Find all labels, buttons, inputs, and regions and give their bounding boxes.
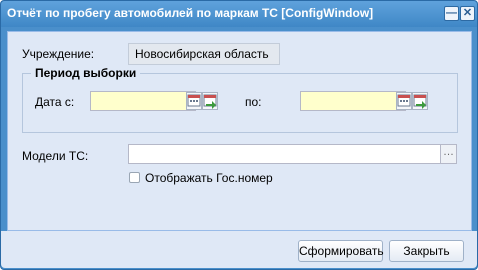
calendar-icon[interactable]: [186, 92, 202, 110]
calendar-icon[interactable]: [396, 92, 412, 110]
show-plate-label[interactable]: Отображать Гос.номер: [145, 171, 273, 185]
date-from-input[interactable]: [90, 91, 196, 111]
generate-button[interactable]: Сформировать: [298, 240, 384, 262]
close-button[interactable]: Закрыть: [389, 240, 464, 262]
show-plate-checkbox[interactable]: [129, 172, 140, 183]
period-legend: Период выборки: [31, 66, 141, 80]
close-icon[interactable]: ✕: [460, 6, 475, 21]
window-titlebar[interactable]: Отчёт по пробегу автомобилей по маркам Т…: [1, 1, 477, 27]
date-to-input[interactable]: [300, 91, 406, 111]
models-input[interactable]: [128, 144, 441, 164]
config-window: Отчёт по пробегу автомобилей по маркам Т…: [0, 0, 478, 270]
window-title: Отчёт по пробегу автомобилей по маркам Т…: [7, 6, 374, 20]
ellipsis-icon[interactable]: …: [440, 144, 457, 164]
clear-date-icon[interactable]: [412, 92, 428, 110]
date-to-label: по:: [245, 95, 262, 109]
minimize-icon[interactable]: —: [444, 6, 459, 21]
institution-label: Учреждение:: [22, 47, 95, 61]
institution-value: Новосибирская область: [128, 43, 280, 65]
date-from-label: Дата с:: [35, 95, 75, 109]
clear-date-icon[interactable]: [202, 92, 218, 110]
window-footer: Сформировать Закрыть: [1, 231, 477, 268]
period-group: Период выборки Дата с: по:: [22, 66, 458, 133]
models-label: Модели ТС:: [22, 149, 89, 163]
form-panel: Учреждение: Новосибирская область Период…: [7, 31, 472, 231]
